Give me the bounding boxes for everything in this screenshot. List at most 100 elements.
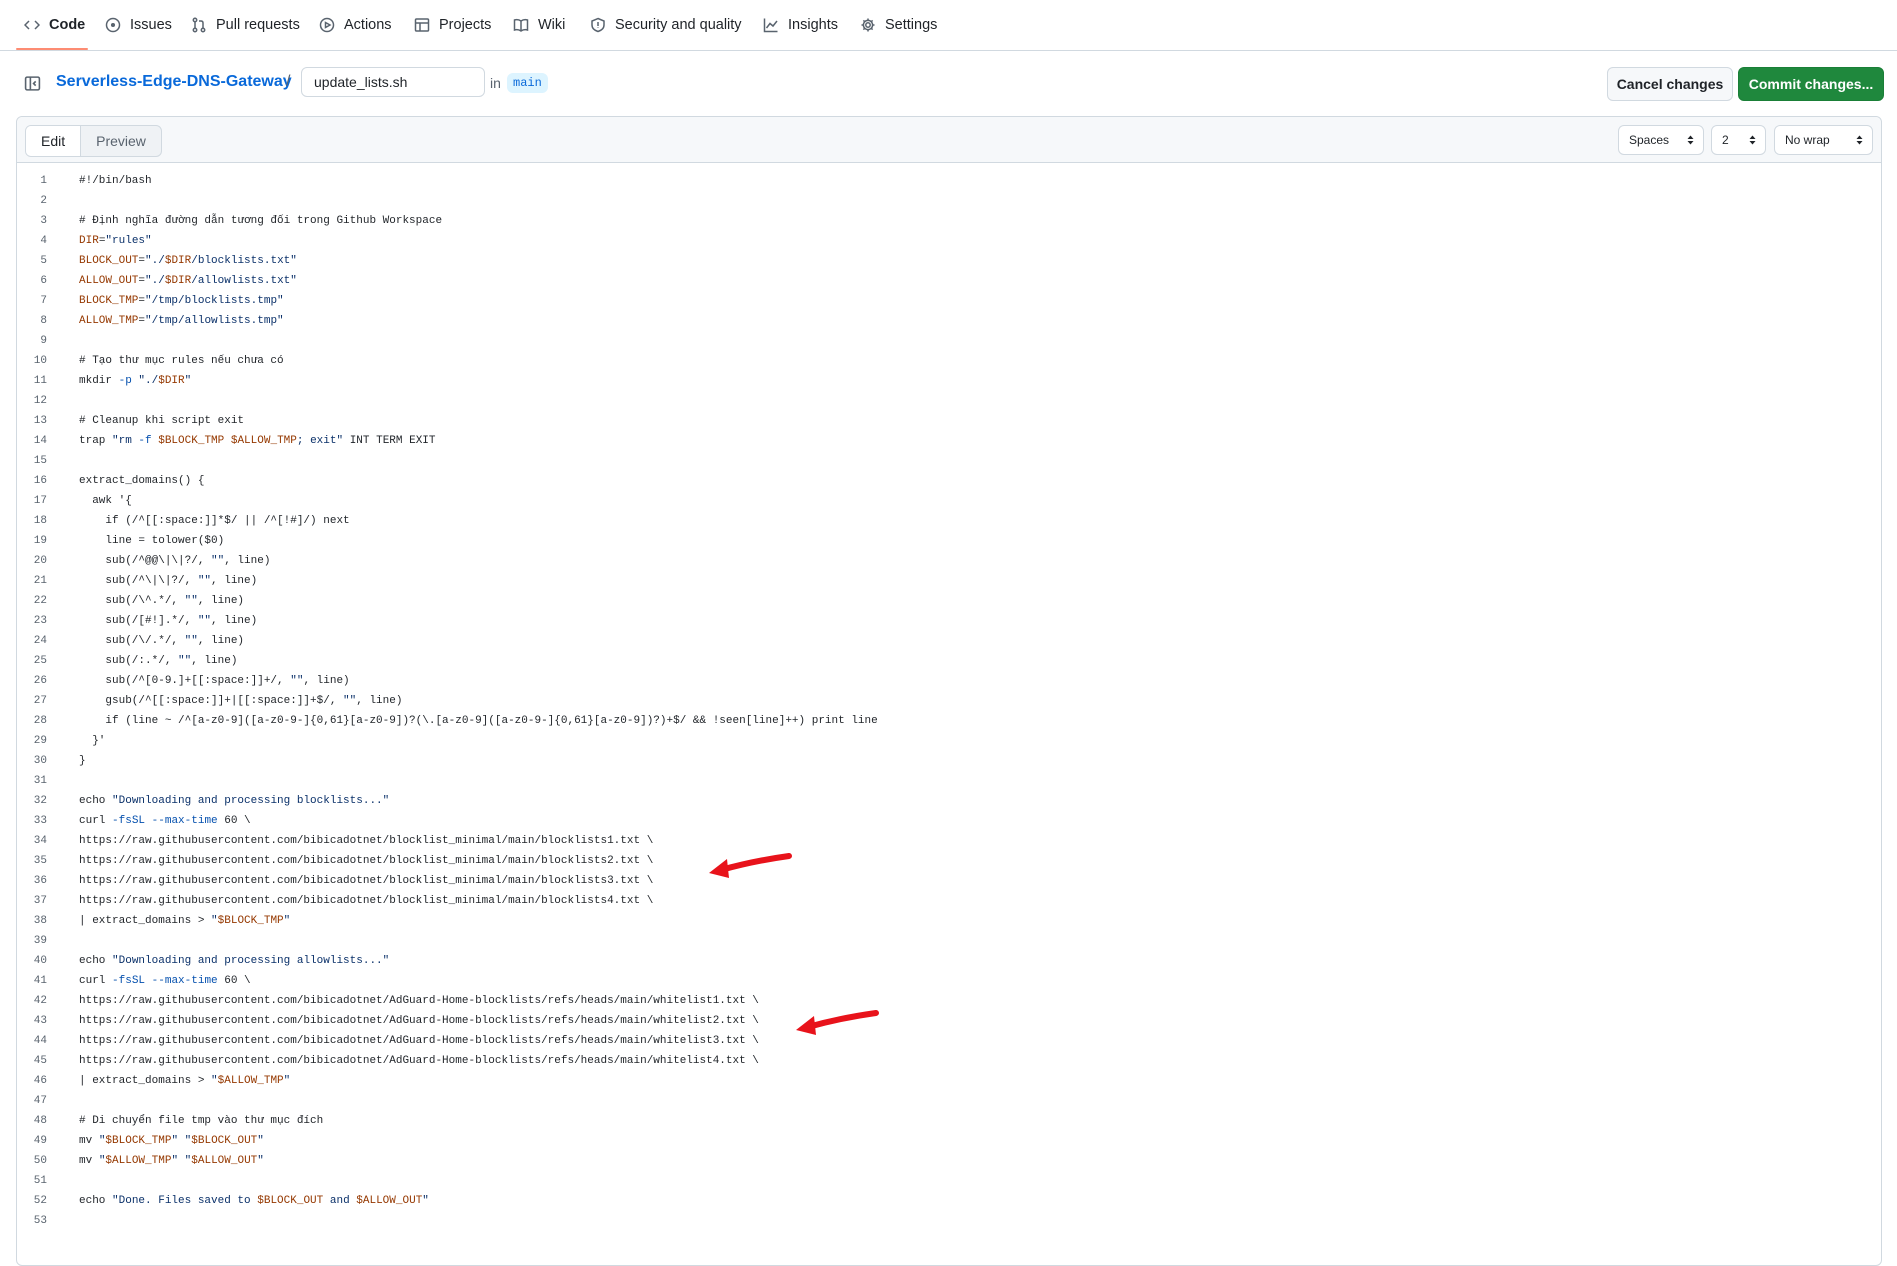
- code-line[interactable]: 14 trap "rm -f $BLOCK_TMP $ALLOW_TMP; exi…: [17, 431, 1881, 451]
- tab-wiki[interactable]: Wiki: [513, 0, 565, 50]
- code-line[interactable]: 13 # Cleanup khi script exit: [17, 411, 1881, 431]
- code-line[interactable]: 8 ALLOW_TMP="/tmp/allowlists.tmp": [17, 311, 1881, 331]
- code-line[interactable]: 10 # Tạo thư mục rules nếu chưa có: [17, 351, 1881, 371]
- code-line[interactable]: 6 ALLOW_OUT="./$DIR/allowlists.txt": [17, 271, 1881, 291]
- line-text: }: [79, 755, 86, 767]
- code-line[interactable]: 43 https://raw.githubusercontent.com/bibi…: [17, 1011, 1881, 1031]
- line-number: 42: [33, 995, 47, 1007]
- code-line[interactable]: 50 mv "$ALLOW_TMP" "$ALLOW_OUT": [17, 1151, 1881, 1171]
- code-line[interactable]: 37 https://raw.githubusercontent.com/bibi…: [17, 891, 1881, 911]
- red-arrow-annotation: [796, 1010, 879, 1035]
- line-number: 37: [33, 895, 47, 907]
- line-text: sub(/^@@\|\|?/, "", line): [79, 555, 271, 567]
- tab-pull-requests[interactable]: Pull requests: [191, 0, 300, 50]
- code-line[interactable]: 16 extract_domains() {: [17, 471, 1881, 491]
- code-line[interactable]: 25 sub(/:.*/, "", line): [17, 651, 1881, 671]
- code-line[interactable]: 19 line = tolower($0): [17, 531, 1881, 551]
- line-text: echo "Downloading and processing blockli…: [79, 795, 390, 807]
- code-line[interactable]: 48 # Di chuyển file tmp vào thư mục đích: [17, 1111, 1881, 1131]
- line-text: # Tạo thư mục rules nếu chưa có: [79, 355, 284, 367]
- code-line[interactable]: 47: [17, 1091, 1881, 1111]
- tab-preview[interactable]: Preview: [81, 126, 161, 156]
- code-line[interactable]: 24 sub(/\/.*/, "", line): [17, 631, 1881, 651]
- repo-link[interactable]: Serverless-Edge-DNS-Gateway: [56, 73, 292, 91]
- code-line[interactable]: 20 sub(/^@@\|\|?/, "", line): [17, 551, 1881, 571]
- line-text: https://raw.githubusercontent.com/bibica…: [79, 995, 759, 1007]
- code-line[interactable]: 49 mv "$BLOCK_TMP" "$BLOCK_OUT": [17, 1131, 1881, 1151]
- code-line[interactable]: 26 sub(/^[0-9.]+[[:space:]]+/, "", line): [17, 671, 1881, 691]
- pull-request-icon: [192, 17, 206, 33]
- line-number: 26: [33, 675, 47, 687]
- line-text: curl -fsSL --max-time 60 \: [79, 815, 251, 827]
- code-line[interactable]: 30}: [17, 751, 1881, 771]
- tab-security-label: Security and quality: [615, 17, 742, 33]
- tab-edit[interactable]: Edit: [26, 126, 82, 156]
- code-line[interactable]: 4 DIR="rules": [17, 231, 1881, 251]
- cancel-changes-button[interactable]: Cancel changes: [1607, 67, 1733, 101]
- sidebar-toggle-icon[interactable]: [24, 75, 41, 92]
- code-line[interactable]: 22 sub(/\^.*/, "", line): [17, 591, 1881, 611]
- tab-insights-label: Insights: [788, 17, 838, 33]
- code-line[interactable]: 17 awk '{: [17, 491, 1881, 511]
- tab-wiki-label: Wiki: [538, 17, 566, 33]
- code-line[interactable]: 2: [17, 191, 1881, 211]
- code-line[interactable]: 27 gsub(/^[[:space:]]+|[[:space:]]+$/, "…: [17, 691, 1881, 711]
- line-number: 32: [33, 795, 47, 807]
- line-text: ALLOW_TMP="/tmp/allowlists.tmp": [79, 315, 284, 327]
- tab-insights[interactable]: Insights: [763, 0, 838, 50]
- code-line[interactable]: 41 curl -fsSL --max-time 60 \: [17, 971, 1881, 991]
- code-line[interactable]: 44 https://raw.githubusercontent.com/bibi…: [17, 1031, 1881, 1051]
- line-number: 6: [40, 275, 47, 287]
- code-line[interactable]: 12: [17, 391, 1881, 411]
- code-editor: Edit Preview Spaces 2 No wrap 1 #!/bin/ba…: [16, 116, 1882, 1266]
- tab-code[interactable]: Code: [24, 0, 85, 50]
- code-line[interactable]: 1 #!/bin/bash: [17, 171, 1881, 191]
- tab-actions[interactable]: Actions: [319, 0, 392, 50]
- code-line[interactable]: 39: [17, 931, 1881, 951]
- code-line[interactable]: 52 echo "Done. Files saved to $BLOCK_OUT …: [17, 1191, 1881, 1211]
- code-line[interactable]: 3 # Định nghĩa đường dẫn tương đối trong …: [17, 211, 1881, 231]
- line-text: https://raw.githubusercontent.com/bibica…: [79, 855, 654, 867]
- indent-size-select[interactable]: 2: [1711, 125, 1766, 155]
- code-line[interactable]: 51: [17, 1171, 1881, 1191]
- code-content[interactable]: 1 #!/bin/bash 2 3 # Định nghĩa đường dẫn tươ…: [17, 163, 1881, 1243]
- code-line[interactable]: 9: [17, 331, 1881, 351]
- code-line[interactable]: 29 }': [17, 731, 1881, 751]
- tab-issues[interactable]: Issues: [105, 0, 172, 50]
- tab-settings[interactable]: Settings: [860, 0, 937, 50]
- code-line[interactable]: 23 sub(/[#!].*/, "", line): [17, 611, 1881, 631]
- code-line[interactable]: 42 https://raw.githubusercontent.com/bibi…: [17, 991, 1881, 1011]
- code-line[interactable]: 21 sub(/^\|\|?/, "", line): [17, 571, 1881, 591]
- code-line[interactable]: 31: [17, 771, 1881, 791]
- line-text: sub(/^\|\|?/, "", line): [79, 575, 258, 587]
- code-line[interactable]: 34 https://raw.githubusercontent.com/bibi…: [17, 831, 1881, 851]
- indent-mode-select[interactable]: Spaces: [1618, 125, 1704, 155]
- code-line[interactable]: 35 https://raw.githubusercontent.com/bibi…: [17, 851, 1881, 871]
- path-separator: /: [286, 73, 291, 90]
- edit-preview-toggle: Edit Preview: [25, 125, 162, 157]
- code-line[interactable]: 33 curl -fsSL --max-time 60 \: [17, 811, 1881, 831]
- code-line[interactable]: 46 | extract_domains > "$ALLOW_TMP": [17, 1071, 1881, 1091]
- filename-input[interactable]: [301, 67, 485, 97]
- code-line[interactable]: 15: [17, 451, 1881, 471]
- code-line[interactable]: 32 echo "Downloading and processing block…: [17, 791, 1881, 811]
- code-line[interactable]: 11 mkdir -p "./$DIR": [17, 371, 1881, 391]
- line-text: # Di chuyển file tmp vào thư mục đích: [79, 1115, 324, 1127]
- tab-projects-label: Projects: [439, 17, 492, 33]
- line-number: 14: [33, 435, 47, 447]
- code-line[interactable]: 36 https://raw.githubusercontent.com/bibi…: [17, 871, 1881, 891]
- code-line[interactable]: 5 BLOCK_OUT="./$DIR/blocklists.txt": [17, 251, 1881, 271]
- code-line[interactable]: 40 echo "Downloading and processing allow…: [17, 951, 1881, 971]
- code-line[interactable]: 18 if (/^[[:space:]]*$/ || /^[!#]/) next: [17, 511, 1881, 531]
- tab-projects[interactable]: Projects: [414, 0, 491, 50]
- code-line[interactable]: 53: [17, 1211, 1881, 1231]
- code-line[interactable]: 7 BLOCK_TMP="/tmp/blocklists.tmp": [17, 291, 1881, 311]
- code-line[interactable]: 28 if (line ~ /^[a-z0-9]([a-z0-9-]{0,61}…: [17, 711, 1881, 731]
- branch-badge[interactable]: main: [507, 73, 548, 93]
- code-line[interactable]: 38 | extract_domains > "$BLOCK_TMP": [17, 911, 1881, 931]
- wrap-mode-select[interactable]: No wrap: [1774, 125, 1873, 155]
- commit-changes-button[interactable]: Commit changes...: [1738, 67, 1884, 101]
- tab-security[interactable]: Security and quality: [590, 0, 742, 50]
- code-line[interactable]: 45 https://raw.githubusercontent.com/bibi…: [17, 1051, 1881, 1071]
- in-label: in: [490, 75, 501, 91]
